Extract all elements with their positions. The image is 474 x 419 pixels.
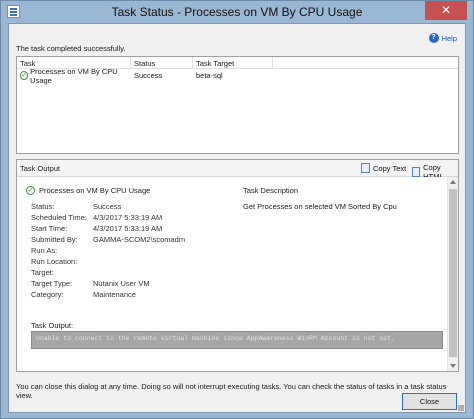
task-status-window: Task Status - Processes on VM By CPU Usa… — [0, 0, 474, 419]
scroll-up-icon[interactable] — [450, 180, 456, 184]
row-task-cell: ✓ Processes on VM By CPU Usage — [17, 66, 131, 86]
field-run-as: Run As: — [31, 246, 241, 255]
output-scrollbar[interactable] — [447, 177, 458, 371]
field-run-location: Run Location: — [31, 257, 241, 266]
row-status: Success — [134, 71, 163, 80]
field-value: Nutanix User VM — [93, 279, 150, 288]
task-grid[interactable]: Task Status Task Target ✓ Processes on V… — [16, 56, 459, 154]
output-toolbar: Task Output Copy Text Copy HTML — [17, 160, 458, 181]
output-task-heading: ✓ Processes on VM By CPU Usage — [26, 186, 150, 195]
footer-note: You can close this dialog at any time. D… — [16, 382, 447, 400]
field-start-time: Start Time: 4/3/2017 5:33:19 AM — [31, 224, 241, 233]
field-status: Status: Success — [31, 202, 241, 211]
description-text: Get Processes on selected VM Sorted By C… — [243, 202, 397, 211]
help-link[interactable]: ? Help — [428, 33, 457, 43]
field-scheduled-time: Scheduled Time: 4/3/2017 5:33:19 AM — [31, 213, 241, 222]
resize-grip-icon[interactable] — [458, 405, 464, 411]
field-key: Target Type: — [31, 279, 73, 288]
window-close-button[interactable]: ✕ — [425, 1, 467, 20]
task-output-panel: Task Output Copy Text Copy HTML ✓ Proces… — [16, 159, 459, 372]
field-key: Scheduled Time: — [31, 213, 87, 222]
row-task-name: Processes on VM By CPU Usage — [30, 66, 118, 85]
close-button[interactable]: Close — [402, 393, 457, 410]
field-category: Category: Maintenance — [31, 290, 241, 299]
copy-text-button[interactable]: Copy Text — [361, 163, 406, 173]
field-value: Success — [93, 202, 122, 211]
output-panel-title: Task Output — [20, 164, 61, 173]
field-key: Submitted By: — [31, 235, 78, 244]
completion-message: The task completed successfully. — [16, 44, 126, 53]
row-target: beta-sql — [196, 71, 223, 80]
help-icon: ? — [428, 33, 439, 43]
copy-html-icon — [412, 167, 421, 177]
field-value: 4/3/2017 5:33:19 AM — [93, 224, 163, 233]
field-key: Category: — [31, 290, 64, 299]
copy-text-icon — [361, 163, 370, 173]
window-title: Task Status - Processes on VM By CPU Usa… — [111, 5, 363, 19]
output-body: ✓ Processes on VM By CPU Usage Task Desc… — [17, 177, 448, 371]
output-task-name: Processes on VM By CPU Usage — [39, 186, 151, 195]
task-output-label: Task Output: — [31, 321, 74, 330]
title-bar[interactable]: Task Status - Processes on VM By CPU Usa… — [1, 1, 473, 23]
copy-text-label: Copy Text — [373, 163, 407, 173]
dialog-body: ? Help The task completed successfully. … — [8, 23, 466, 413]
success-check-icon: ✓ — [20, 71, 29, 80]
field-target-type: Target Type: Nutanix User VM — [31, 279, 241, 288]
column-header-status[interactable]: Status — [131, 57, 193, 68]
table-row[interactable]: ✓ Processes on VM By CPU Usage Success b… — [17, 67, 458, 85]
field-key: Run As: — [31, 246, 58, 255]
scrollbar-thumb[interactable] — [449, 189, 457, 357]
field-key: Start Time: — [31, 224, 68, 233]
field-submitted-by: Submitted By: GAMMA-SCOM2\scomadm — [31, 235, 241, 244]
field-key: Status: — [31, 202, 55, 211]
column-header-target[interactable]: Task Target — [193, 57, 273, 68]
description-heading: Task Description — [243, 186, 299, 195]
help-label: Help — [441, 33, 457, 43]
field-target: Target: — [31, 268, 241, 277]
field-key: Run Location: — [31, 257, 78, 266]
scroll-down-icon[interactable] — [450, 364, 456, 368]
field-key: Target: — [31, 268, 54, 277]
success-check-icon: ✓ — [26, 186, 35, 195]
field-value: 4/3/2017 5:33:19 AM — [93, 213, 163, 222]
field-value: Maintenance — [93, 290, 136, 299]
task-output-text[interactable]: Unable to connect to the remote virtual … — [31, 331, 443, 349]
field-value: GAMMA-SCOM2\scomadm — [93, 235, 186, 244]
